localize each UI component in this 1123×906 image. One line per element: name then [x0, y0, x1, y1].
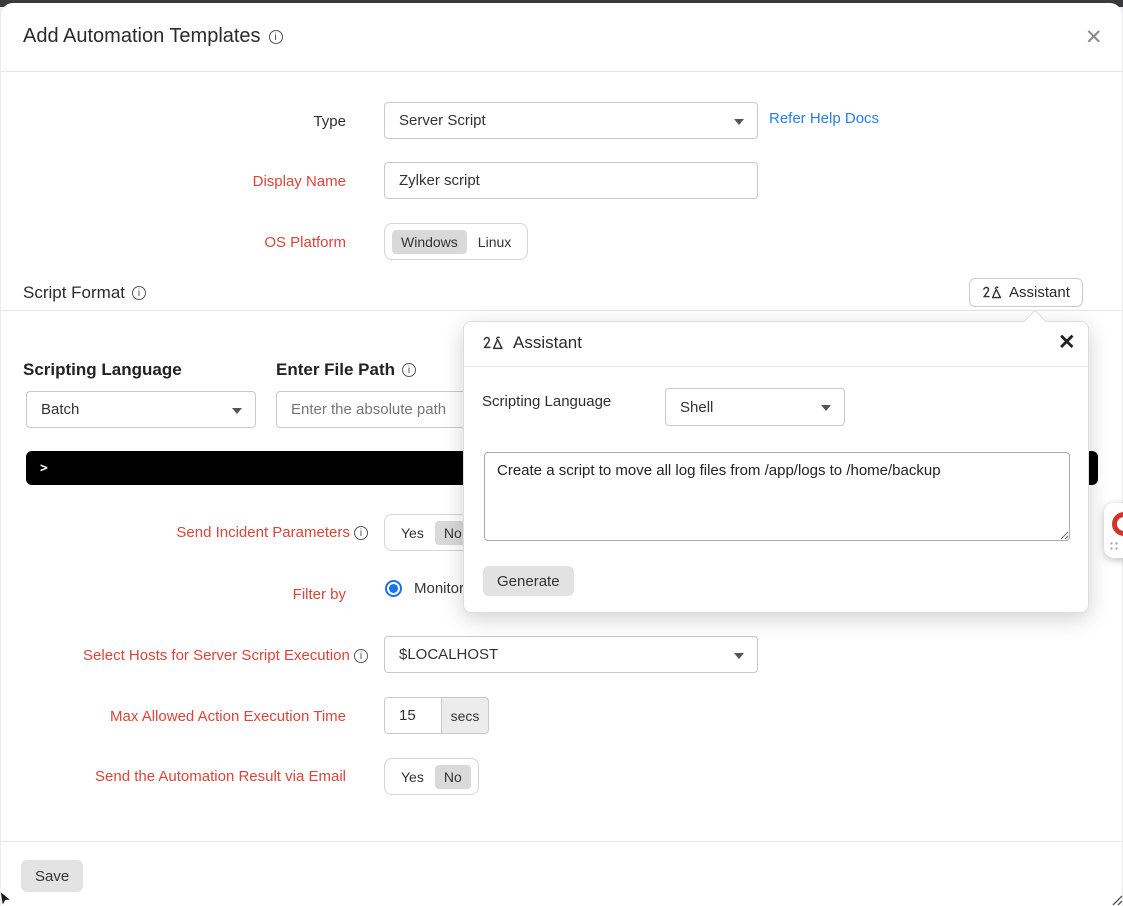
popup-title: Assistant — [513, 333, 582, 353]
section-divider — [1, 310, 1122, 311]
send-incident-parameters-label-text: Send Incident Parameters — [176, 524, 349, 541]
send-incident-parameters-label: Send Incident Parameters i — [21, 524, 368, 541]
assistant-button[interactable]: Assistant — [969, 278, 1083, 307]
title-info-icon[interactable]: i — [269, 30, 283, 44]
os-option-linux[interactable]: Linux — [469, 230, 520, 254]
execution-time-unit: secs — [441, 697, 489, 734]
assistant-popup: Assistant ✕ Scripting Language Shell Cre… — [463, 321, 1089, 613]
os-option-windows[interactable]: Windows — [392, 230, 467, 254]
record-ring-icon — [1112, 512, 1123, 536]
page-title: Add Automation Templates i — [23, 25, 283, 48]
file-path-label: Enter File Path i — [276, 360, 416, 380]
os-platform-toggle: Windows Linux — [384, 223, 528, 260]
chevron-down-icon — [734, 119, 744, 125]
drag-handle-dots-icon — [1109, 541, 1120, 552]
type-dropdown[interactable]: Server Script — [384, 102, 758, 139]
select-hosts-label: Select Hosts for Server Script Execution… — [21, 647, 368, 664]
zia-icon — [982, 285, 1002, 301]
add-automation-templates-modal: Add Automation Templates i ✕ Type Server… — [1, 3, 1122, 906]
filter-by-label: Filter by — [21, 586, 346, 603]
file-path-label-text: Enter File Path — [276, 360, 395, 380]
popup-scripting-language-value: Shell — [680, 399, 713, 416]
monitor-radio[interactable] — [385, 580, 402, 597]
display-name-input[interactable] — [384, 162, 758, 199]
type-dropdown-value: Server Script — [399, 112, 486, 129]
send-incident-parameters-info-icon[interactable]: i — [354, 526, 368, 540]
select-hosts-value: $LOCALHOST — [399, 646, 498, 663]
select-hosts-dropdown[interactable]: $LOCALHOST — [384, 636, 758, 673]
script-format-heading: Script Format i — [23, 283, 146, 303]
header-divider — [1, 71, 1122, 72]
popup-scripting-language-label: Scripting Language — [482, 393, 611, 410]
max-execution-time-input[interactable] — [384, 697, 442, 734]
select-hosts-label-text: Select Hosts for Server Script Execution — [83, 647, 350, 664]
chevron-down-icon — [734, 653, 744, 659]
select-hosts-info-icon[interactable]: i — [354, 649, 368, 663]
popup-arrow — [1024, 310, 1047, 333]
script-format-info-icon[interactable]: i — [132, 286, 146, 300]
zia-icon — [482, 335, 504, 352]
email-result-no[interactable]: No — [435, 765, 471, 789]
generate-button[interactable]: Generate — [483, 566, 574, 596]
refer-help-docs-link[interactable]: Refer Help Docs — [769, 110, 879, 127]
window-resize-grip-icon[interactable] — [1110, 895, 1123, 906]
popup-header-divider — [464, 366, 1088, 367]
floating-record-widget[interactable] — [1104, 503, 1123, 558]
chevron-down-icon — [821, 405, 831, 411]
email-result-label: Send the Automation Result via Email — [21, 768, 346, 785]
scripting-language-label-text: Scripting Language — [23, 360, 182, 380]
incident-params-yes[interactable]: Yes — [392, 521, 433, 545]
file-path-info-icon[interactable]: i — [402, 363, 416, 377]
assistant-prompt-textarea[interactable]: Create a script to move all log files fr… — [484, 452, 1070, 541]
scripting-language-dropdown[interactable]: Batch — [26, 391, 256, 428]
script-format-heading-text: Script Format — [23, 283, 125, 303]
email-result-toggle: Yes No — [384, 758, 479, 795]
assistant-button-label: Assistant — [1009, 284, 1070, 301]
email-result-yes[interactable]: Yes — [392, 765, 433, 789]
modal-title: Add Automation Templates — [23, 25, 261, 48]
popup-header: Assistant — [482, 333, 582, 353]
filter-by-options: Monitor — [385, 580, 464, 597]
modal-close-icon[interactable]: ✕ — [1085, 27, 1103, 48]
type-label: Type — [21, 113, 346, 130]
monitor-radio-label: Monitor — [414, 580, 464, 597]
radio-dot-icon — [389, 584, 398, 593]
popup-close-icon[interactable]: ✕ — [1058, 330, 1076, 355]
scripting-language-value: Batch — [41, 401, 79, 418]
save-button[interactable]: Save — [21, 860, 83, 892]
popup-scripting-language-dropdown[interactable]: Shell — [665, 388, 845, 426]
display-name-label: Display Name — [21, 173, 346, 190]
terminal-prompt: > — [40, 461, 48, 476]
os-platform-label: OS Platform — [21, 234, 346, 251]
scripting-language-label: Scripting Language — [23, 360, 182, 380]
max-execution-time-label: Max Allowed Action Execution Time — [21, 708, 346, 725]
mouse-cursor — [0, 891, 16, 906]
chevron-down-icon — [232, 408, 242, 414]
footer-divider — [1, 841, 1122, 842]
